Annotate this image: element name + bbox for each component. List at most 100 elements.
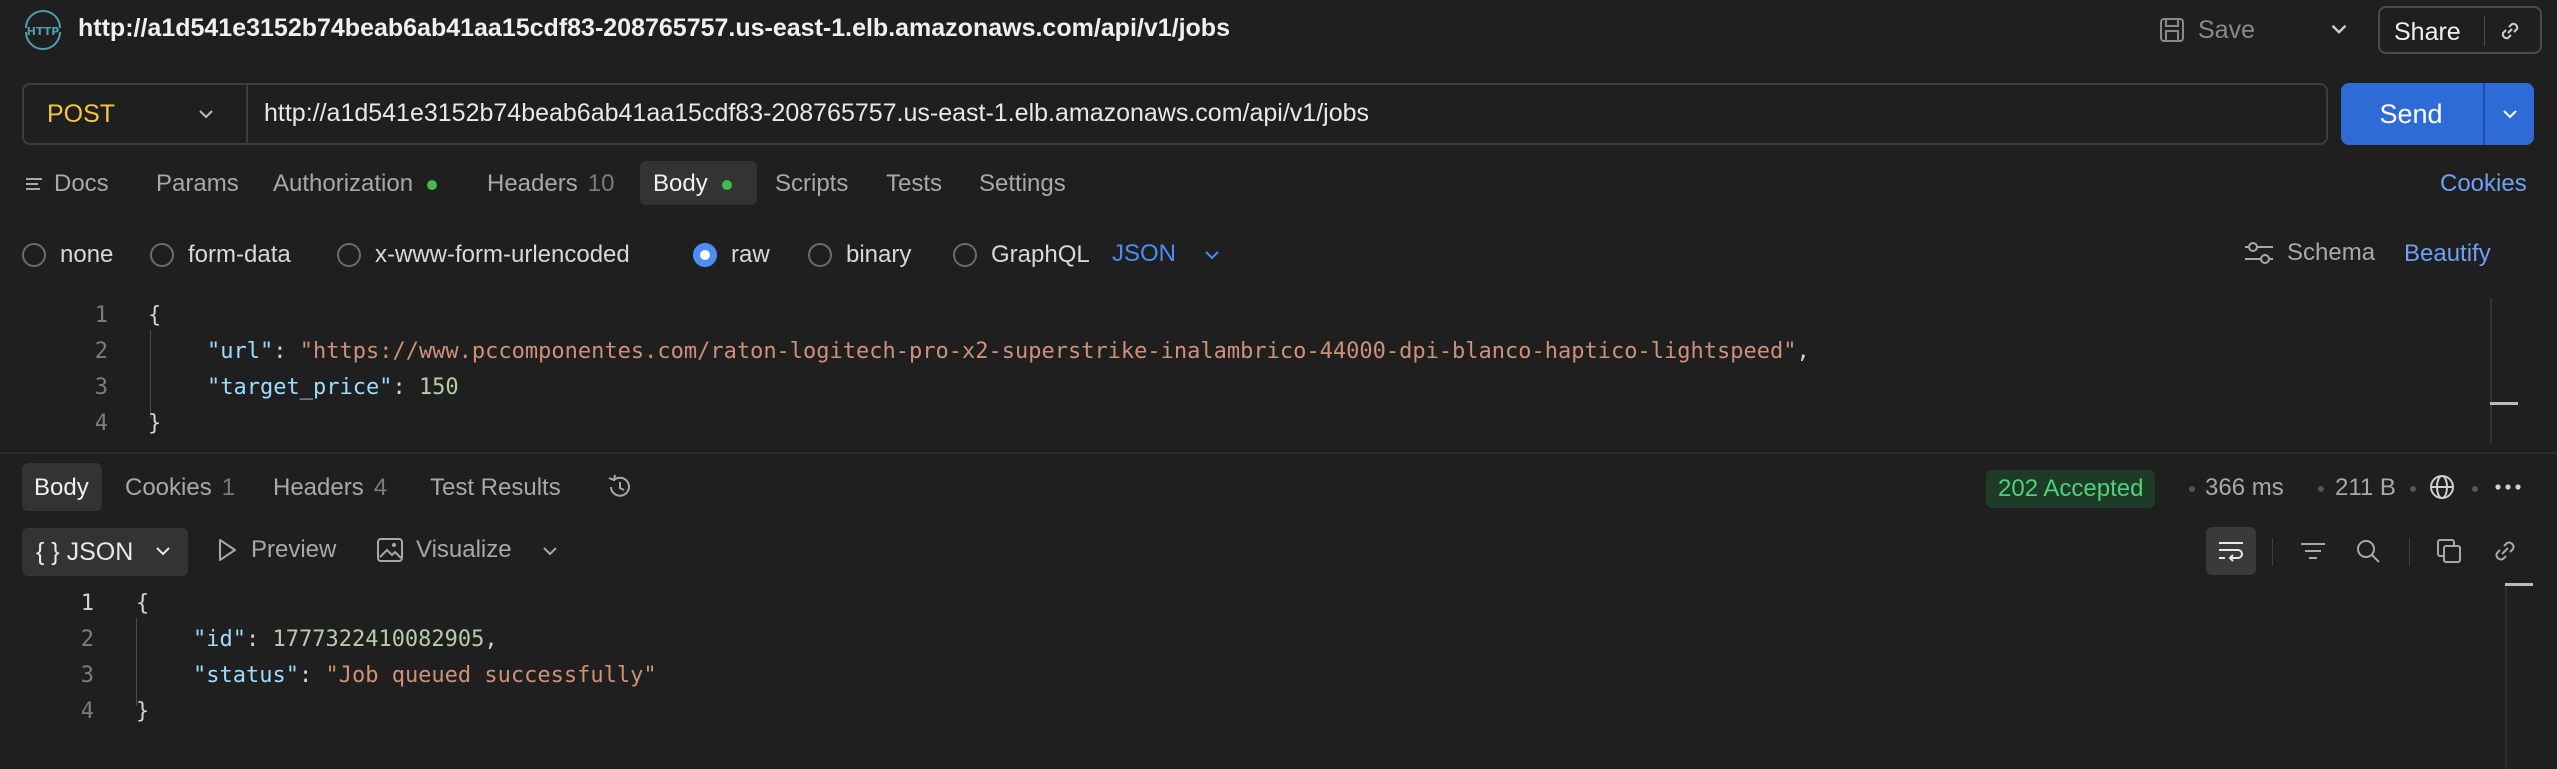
- tab-tests-label: Tests: [886, 170, 943, 197]
- beautify-button[interactable]: Beautify: [2404, 240, 2491, 268]
- separator-dot: [2189, 486, 2195, 492]
- indent-guide: [136, 618, 137, 706]
- tab-scripts-label: Scripts: [775, 170, 849, 197]
- schema-label: Schema: [2287, 239, 2376, 266]
- request-title[interactable]: http://a1d541e3152b74beab6ab41aa15cdf83-…: [78, 14, 1230, 43]
- response-size: 211 B: [2335, 474, 2396, 501]
- scrollbar-thumb[interactable]: [2490, 402, 2518, 405]
- code-line: "id": 1777322410082905,: [193, 627, 498, 652]
- chevron-down-icon[interactable]: [1200, 243, 1224, 267]
- link-icon[interactable]: [2490, 536, 2520, 566]
- tab-scripts[interactable]: Scripts: [775, 170, 848, 198]
- radio-graphql[interactable]: GraphQL: [953, 240, 1090, 270]
- radio-circle: [337, 243, 361, 267]
- url-input[interactable]: [264, 93, 2304, 133]
- chevron-down-icon[interactable]: [2326, 16, 2352, 42]
- line-number: 1: [94, 303, 108, 328]
- line-number: 4: [80, 699, 94, 724]
- response-format-select[interactable]: { } JSON: [22, 528, 188, 576]
- chevron-down-icon[interactable]: [538, 539, 562, 563]
- radio-binary[interactable]: binary: [808, 240, 911, 270]
- code-line: }: [136, 699, 150, 724]
- radio-raw[interactable]: raw: [693, 240, 770, 270]
- format-value: JSON: [66, 538, 134, 566]
- copy-icon[interactable]: [2434, 536, 2464, 566]
- preview-button[interactable]: Preview: [215, 536, 336, 564]
- share-divider: [2484, 16, 2485, 46]
- scrollbar-thumb[interactable]: [2505, 583, 2533, 586]
- history-icon[interactable]: [605, 472, 635, 502]
- line-number: 2: [80, 627, 94, 652]
- tab-authorization[interactable]: Authorization: [273, 170, 438, 198]
- json-number-value: 1777322410082905: [272, 627, 485, 652]
- response-tab-headers[interactable]: Headers 4: [273, 474, 387, 502]
- cookies-link[interactable]: Cookies: [2440, 170, 2527, 198]
- response-tab-body[interactable]: Body: [34, 474, 89, 502]
- link-icon[interactable]: [2496, 17, 2524, 45]
- tab-settings[interactable]: Settings: [979, 170, 1066, 198]
- save-icon: [2160, 18, 2184, 42]
- radio-circle: [808, 243, 832, 267]
- search-icon[interactable]: [2353, 536, 2383, 566]
- http-icon: HTTP: [25, 10, 61, 50]
- separator-dot: [2410, 486, 2416, 492]
- radio-none[interactable]: none: [22, 240, 113, 270]
- url-bar: POST: [22, 83, 2328, 145]
- radio-circle: [953, 243, 977, 267]
- schema-button[interactable]: Schema: [2243, 239, 2375, 267]
- save-button[interactable]: Save: [2158, 10, 2255, 50]
- radio-binary-label: binary: [846, 241, 912, 268]
- tab-headers[interactable]: Headers 10: [487, 170, 614, 198]
- method-label: POST: [47, 100, 116, 128]
- json-key: "url": [207, 339, 274, 364]
- tab-params[interactable]: Params: [156, 170, 239, 198]
- globe-icon[interactable]: [2427, 472, 2457, 502]
- tab-body-label: Body: [653, 170, 708, 197]
- response-tab-test-results[interactable]: Test Results: [430, 474, 561, 502]
- tab-authorization-label: Authorization: [273, 170, 414, 197]
- radio-circle-selected: [693, 243, 717, 267]
- send-divider: [2483, 83, 2485, 145]
- braces-icon: { }: [36, 538, 60, 566]
- code-line: "url": "https://www.pccomponentes.com/ra…: [207, 339, 1810, 364]
- line-number: 3: [94, 375, 108, 400]
- radio-graphql-label: GraphQL: [991, 241, 1090, 268]
- scrollbar[interactable]: [2505, 585, 2507, 769]
- chevron-down-icon: [199, 110, 213, 119]
- tab-body[interactable]: Body: [653, 170, 732, 198]
- tab-tests[interactable]: Tests: [886, 170, 942, 198]
- wrap-icon: [2219, 542, 2243, 562]
- radio-raw-label: raw: [731, 241, 770, 268]
- share-label: Share: [2394, 18, 2461, 46]
- format-label: { } JSON: [36, 538, 133, 567]
- json-string-value: "https://www.pccomponentes.com/raton-log…: [299, 339, 1797, 364]
- radio-form-data[interactable]: form-data: [150, 240, 291, 270]
- more-options-icon[interactable]: [2490, 472, 2526, 502]
- chevron-down-icon: [156, 547, 170, 556]
- scrollbar[interactable]: [2490, 298, 2492, 443]
- share-button[interactable]: Share: [2378, 6, 2542, 54]
- cookies-count: 1: [221, 474, 236, 501]
- headers-count: 10: [587, 170, 615, 197]
- code-line: {: [136, 591, 150, 616]
- method-select[interactable]: POST: [24, 85, 244, 143]
- indent-guide: [150, 330, 151, 418]
- line-number: 2: [94, 339, 108, 364]
- chevron-down-icon[interactable]: [2498, 102, 2522, 126]
- tab-settings-label: Settings: [979, 170, 1066, 197]
- json-type-select[interactable]: JSON: [1112, 240, 1176, 268]
- filter-icon[interactable]: [2298, 536, 2328, 566]
- send-button[interactable]: Send: [2341, 83, 2534, 145]
- tab-docs[interactable]: Docs: [24, 170, 109, 198]
- radio-urlencoded[interactable]: x-www-form-urlencoded: [337, 240, 630, 270]
- wrap-lines-button[interactable]: [2206, 527, 2256, 575]
- request-body-editor[interactable]: [0, 296, 2557, 446]
- line-number: 3: [80, 663, 94, 688]
- visualize-button[interactable]: Visualize: [376, 536, 512, 564]
- json-string-value: "Job queued successfully": [325, 663, 657, 688]
- code-line: {: [148, 303, 162, 328]
- line-number: 1: [80, 591, 94, 616]
- pane-divider[interactable]: [0, 452, 2557, 454]
- response-time: 366 ms: [2205, 474, 2284, 501]
- response-tab-cookies[interactable]: Cookies 1: [125, 474, 235, 502]
